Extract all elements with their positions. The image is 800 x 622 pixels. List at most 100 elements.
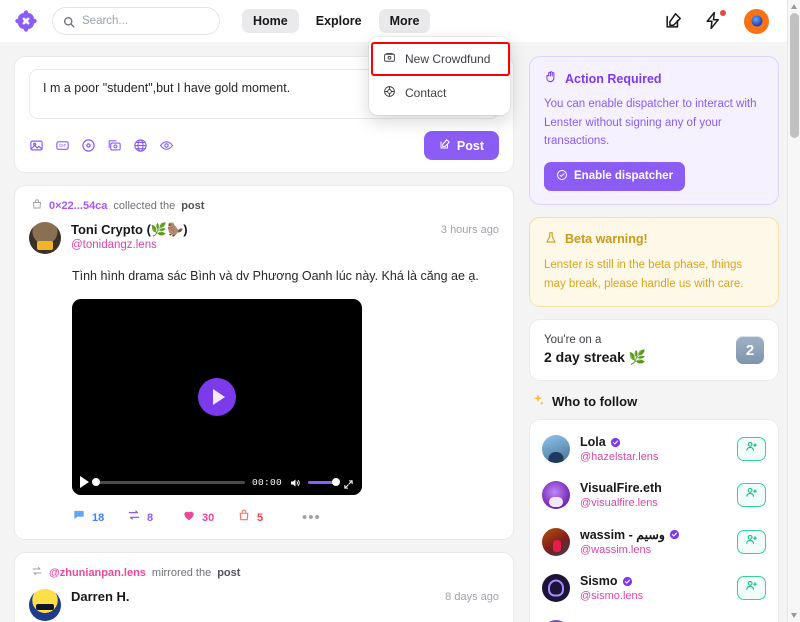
profile-avatar[interactable] — [744, 9, 769, 34]
audio-icon[interactable] — [81, 138, 96, 153]
enable-dispatcher-button[interactable]: Enable dispatcher — [544, 162, 685, 191]
follow-user-name: Sismo — [580, 574, 618, 588]
scrollbar-thumb[interactable] — [790, 13, 799, 138]
mirror-icon — [31, 565, 43, 580]
heart-icon — [182, 508, 196, 527]
lenster-flower-logo[interactable] — [14, 9, 38, 33]
follow-user-handle: @sismo.lens — [580, 590, 643, 602]
compose-icon[interactable] — [664, 11, 684, 31]
hand-raised-icon — [544, 70, 558, 87]
sparkles-icon — [531, 393, 545, 410]
more-options-icon[interactable]: ••• — [302, 513, 321, 522]
browser-scrollbar[interactable] — [787, 0, 800, 622]
collect-button[interactable]: 5 — [237, 508, 292, 527]
image-icon[interactable] — [29, 138, 44, 153]
list-item[interactable]: wassim - وسيم @wassim.lens — [542, 518, 766, 565]
fullscreen-icon[interactable] — [343, 477, 354, 488]
follow-button[interactable] — [737, 437, 766, 461]
post-timestamp: 3 hours ago — [441, 222, 499, 236]
avatar[interactable] — [542, 574, 570, 602]
user-plus-icon — [745, 440, 758, 458]
action-card-title: Action Required — [565, 72, 662, 86]
post-meta-target: post — [181, 200, 204, 212]
dropdown-item-new-crowdfund[interactable]: New Crowdfund — [369, 42, 510, 76]
verified-badge-icon — [622, 576, 633, 587]
eye-icon[interactable] — [159, 138, 174, 153]
play-icon[interactable] — [198, 378, 236, 416]
like-button[interactable]: 30 — [182, 508, 237, 527]
nav-more[interactable]: More — [379, 9, 431, 33]
post-timestamp: 8 days ago — [445, 589, 499, 603]
list-item[interactable]: Sismo @sismo.lens — [542, 565, 766, 611]
globe-icon[interactable] — [133, 138, 148, 153]
streak-line-2: 2 day streak 🌿 — [544, 349, 646, 366]
like-count: 30 — [202, 512, 214, 524]
gif-icon[interactable]: GIF — [55, 138, 70, 153]
crowdfund-icon — [383, 51, 396, 67]
avatar[interactable] — [542, 528, 570, 556]
avatar[interactable] — [29, 222, 61, 254]
dropdown-item-contact[interactable]: Contact — [369, 76, 510, 110]
follow-button[interactable] — [737, 576, 766, 600]
post-author-name[interactable]: Toni Crypto (🌿🦫) — [71, 222, 188, 238]
user-plus-icon — [745, 486, 758, 504]
check-circle-icon — [556, 169, 568, 184]
streak-line-1: You're on a — [544, 334, 646, 346]
post-card: 0×22...54ca collected the post Toni Cryp… — [14, 185, 514, 540]
avatar[interactable] — [542, 481, 570, 509]
follow-user-name: Lola — [580, 435, 606, 449]
post-meta: @zhunianpan.lens mirrored the post — [29, 565, 499, 580]
post-author-name[interactable]: Darren H. — [71, 589, 130, 605]
scroll-down-arrow-icon[interactable] — [791, 613, 797, 618]
volume-slider[interactable] — [308, 481, 336, 484]
who-to-follow-card: Lola @hazelstar.lens — [529, 419, 779, 622]
progress-knob[interactable] — [92, 478, 100, 486]
volume-knob[interactable] — [332, 478, 340, 486]
video-progress-bar[interactable] — [96, 481, 245, 484]
action-card-title-row: Action Required — [544, 70, 764, 87]
composer-toolbar: GIF — [29, 131, 499, 160]
pencil-square-icon — [439, 138, 451, 153]
beta-card-body: Lenster is still in the beta phase, thin… — [544, 256, 764, 293]
avatar[interactable] — [29, 589, 61, 621]
list-item[interactable]: VisualFire.eth @visualfire.lens — [542, 472, 766, 518]
sidebar-column: Action Required You can enable dispatche… — [529, 56, 779, 622]
avatar[interactable] — [542, 435, 570, 463]
post-meta-text: collected the — [113, 200, 175, 212]
volume-icon[interactable] — [289, 476, 301, 488]
post-meta-actor[interactable]: @zhunianpan.lens — [49, 567, 146, 579]
feed-column: I m a poor "student",but I have gold mom… — [14, 56, 514, 622]
post-header: Darren H. 8 days ago — [29, 589, 499, 621]
dropdown-label: Contact — [405, 86, 446, 100]
scroll-up-arrow-icon[interactable] — [791, 4, 797, 9]
post-meta-target: post — [217, 567, 240, 579]
beta-warning-card: Beta warning! Lenster is still in the be… — [529, 217, 779, 307]
search-box[interactable] — [52, 7, 220, 35]
post-button[interactable]: Post — [424, 131, 499, 160]
list-item[interactable]: Yoginth — [542, 611, 766, 622]
comment-button[interactable]: 18 — [72, 508, 127, 527]
mirror-button[interactable]: 8 — [127, 508, 182, 527]
follow-button[interactable] — [737, 483, 766, 507]
beta-card-title-row: Beta warning! — [544, 231, 764, 248]
list-item[interactable]: Lola @hazelstar.lens — [542, 426, 766, 472]
streak-badge: 2 — [736, 336, 764, 364]
bolt-icon[interactable] — [704, 11, 724, 31]
search-input[interactable] — [82, 15, 209, 27]
video-play-button[interactable] — [80, 476, 89, 488]
post-actions: 18 8 — [72, 508, 499, 527]
post-author-handle[interactable]: @tonidangz.lens — [71, 239, 188, 251]
video-player[interactable]: 00:00 — [72, 299, 362, 495]
nav-home[interactable]: Home — [242, 9, 299, 33]
notification-dot — [720, 10, 726, 16]
post-meta-actor[interactable]: 0×22...54ca — [49, 200, 107, 212]
who-to-follow-title: Who to follow — [552, 394, 637, 409]
comment-icon — [72, 508, 86, 527]
nav-explore[interactable]: Explore — [305, 9, 373, 33]
streak-card: You're on a 2 day streak 🌿 2 — [529, 319, 779, 381]
video-time: 00:00 — [252, 477, 282, 488]
action-required-card: Action Required You can enable dispatche… — [529, 56, 779, 205]
follow-button[interactable] — [737, 530, 766, 554]
collect-bag-icon — [237, 508, 251, 527]
video-icon[interactable] — [107, 138, 122, 153]
